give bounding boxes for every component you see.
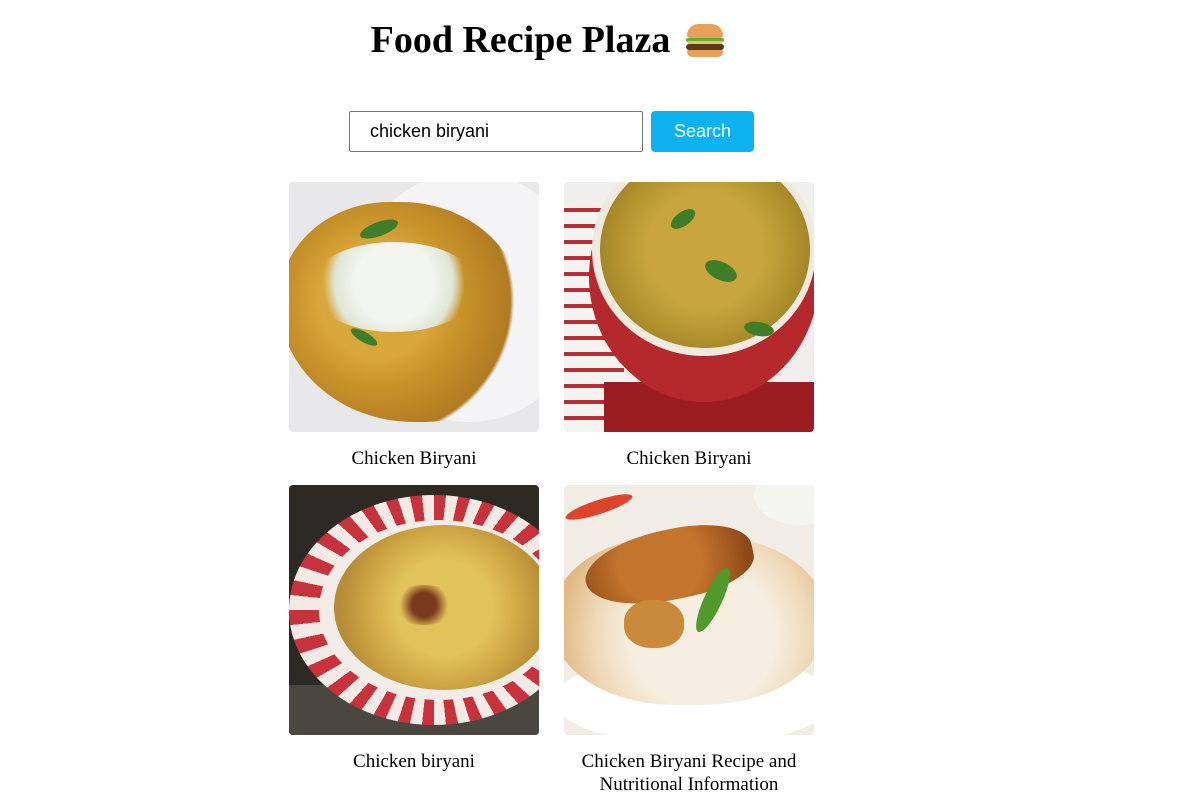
recipe-title[interactable]: Chicken Biryani bbox=[289, 447, 539, 470]
recipe-card[interactable]: Chicken Biryani Recipe and Nutritional I… bbox=[564, 485, 814, 795]
recipe-title[interactable]: Chicken Biryani Recipe and Nutritional I… bbox=[564, 750, 814, 796]
page-title: Food Recipe Plaza bbox=[0, 14, 1097, 66]
recipe-image[interactable] bbox=[289, 182, 539, 432]
recipe-image[interactable] bbox=[564, 485, 814, 735]
recipe-title[interactable]: Chicken Biryani bbox=[564, 447, 814, 470]
recipe-card[interactable]: Chicken Biryani bbox=[564, 182, 814, 485]
recipe-card[interactable]: Chicken biryani bbox=[289, 485, 539, 788]
recipe-title[interactable]: Chicken biryani bbox=[289, 750, 539, 773]
search-button[interactable]: Search bbox=[651, 111, 754, 152]
recipe-image[interactable] bbox=[564, 182, 814, 432]
recipe-results-grid: Chicken Biryani Chicken Biryani Chicken … bbox=[289, 182, 814, 795]
page-title-text: Food Recipe Plaza bbox=[370, 19, 671, 61]
recipe-image[interactable] bbox=[289, 485, 539, 735]
search-input[interactable] bbox=[349, 111, 643, 152]
recipe-card[interactable]: Chicken Biryani bbox=[289, 182, 539, 485]
burger-icon bbox=[684, 20, 726, 58]
